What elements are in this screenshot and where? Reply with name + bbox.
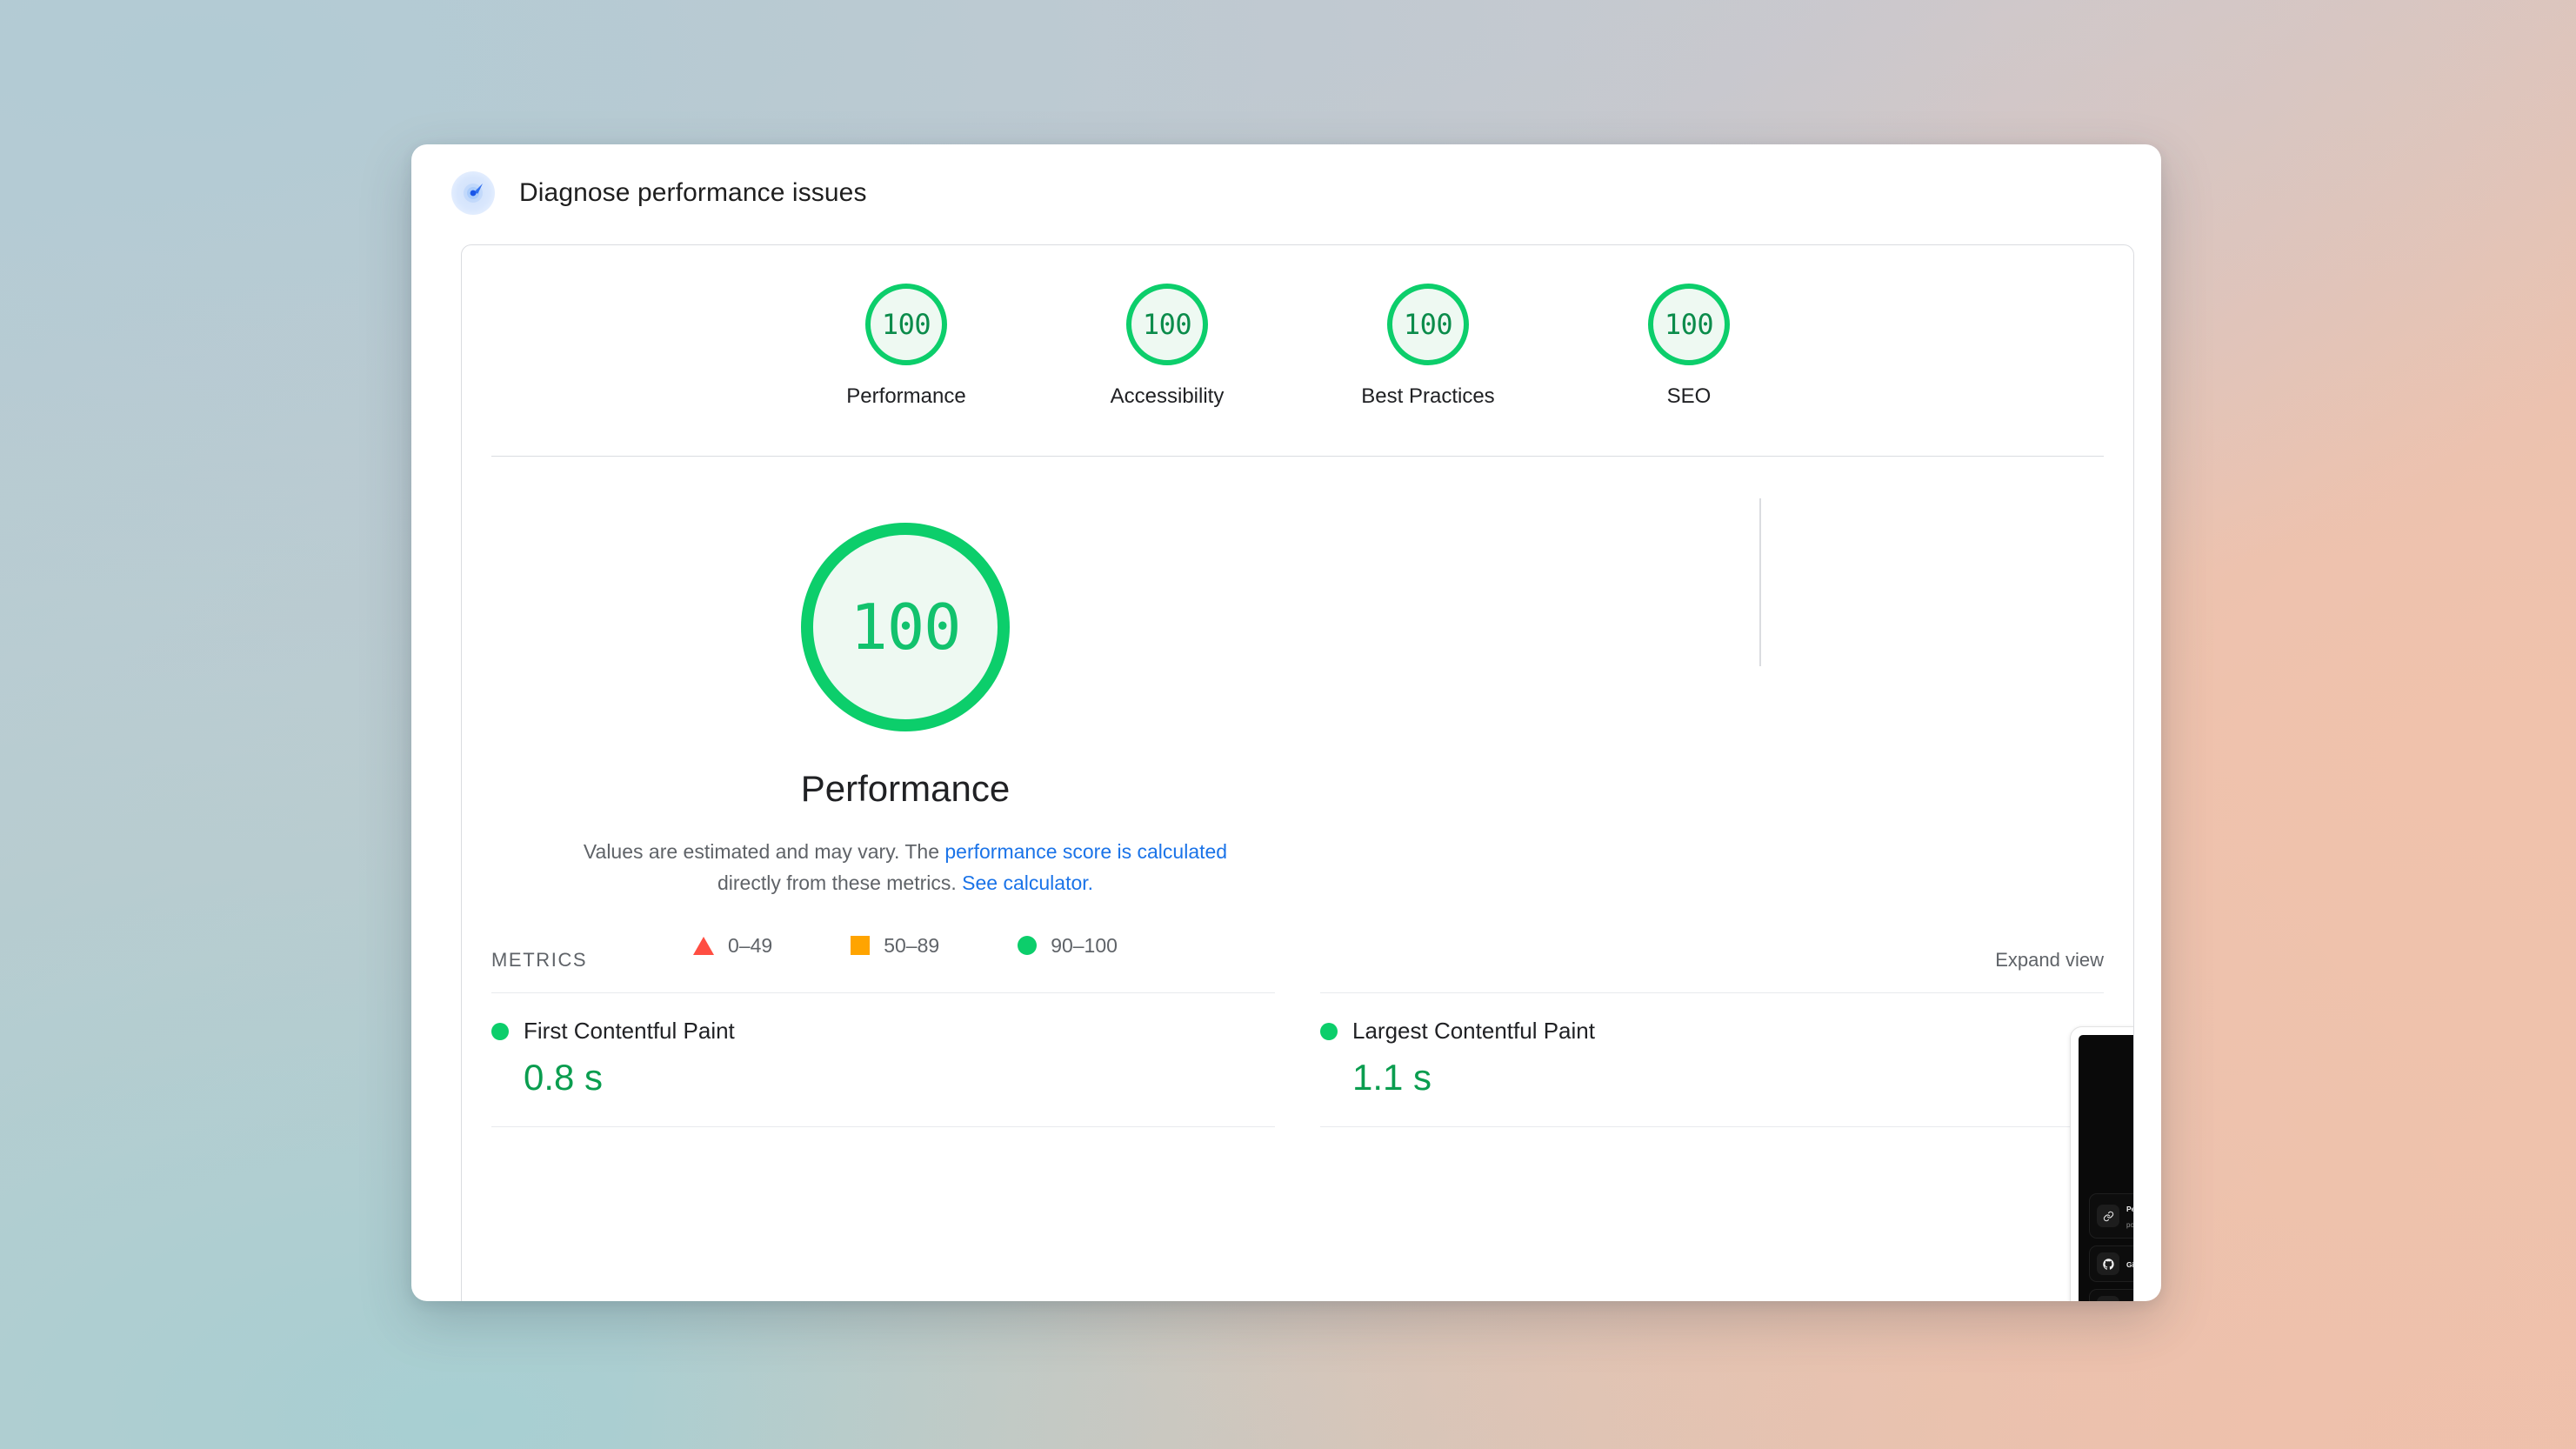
metrics-grid: First Contentful Paint 0.8 s Largest Con… bbox=[462, 992, 2133, 1127]
score-label: Accessibility bbox=[1110, 384, 1225, 408]
score-ring: 100 bbox=[1126, 284, 1208, 365]
github-icon bbox=[2097, 1252, 2119, 1275]
link-title: GitHub bbox=[2126, 1260, 2134, 1269]
see-calculator-link[interactable]: See calculator. bbox=[962, 871, 1093, 894]
status-circle-icon bbox=[1320, 1022, 1338, 1040]
metric-name: First Contentful Paint bbox=[524, 1018, 735, 1044]
window-header: Diagnose performance issues bbox=[411, 144, 2161, 242]
page-screenshot-thumbnail[interactable]: Serhii Shramko Senior Software Engineer … bbox=[2070, 1026, 2134, 1301]
status-circle-icon bbox=[491, 1022, 509, 1040]
profile-name: Serhii Shramko bbox=[2089, 1161, 2133, 1172]
metric-value: 1.1 s bbox=[1352, 1057, 1432, 1098]
link-icon bbox=[2097, 1205, 2119, 1227]
performance-score-ring: 100 bbox=[801, 523, 1010, 731]
desc-text-2: directly from these metrics. bbox=[717, 871, 963, 895]
metric-divider bbox=[491, 1126, 1275, 1127]
hero-description: Values are estimated and may vary. The p… bbox=[562, 836, 1249, 899]
desc-text-1: Values are estimated and may vary. The bbox=[583, 840, 945, 863]
youtube-icon bbox=[2097, 1296, 2119, 1301]
screenshot-screen: Serhii Shramko Senior Software Engineer … bbox=[2079, 1035, 2134, 1301]
score-ring: 100 bbox=[865, 284, 947, 365]
score-value: 100 bbox=[1664, 308, 1714, 341]
legend-item-fail: 0–49 bbox=[693, 934, 772, 958]
metric-divider bbox=[1320, 1126, 2104, 1127]
metric-largest-contentful-paint[interactable]: Largest Contentful Paint 1.1 s bbox=[1320, 992, 2104, 1127]
expand-view-button[interactable]: Expand view bbox=[1995, 949, 2104, 972]
square-icon bbox=[851, 936, 871, 956]
score-gauge-performance[interactable]: 100 Performance bbox=[832, 284, 980, 409]
category-scores: 100 Performance 100 Accessibility 100 Be… bbox=[462, 245, 2133, 409]
metric-value: 0.8 s bbox=[524, 1057, 604, 1098]
score-gauge-best-practices[interactable]: 100 Best Practices bbox=[1354, 284, 1502, 409]
diagnose-window: Diagnose performance issues 100 Performa… bbox=[411, 144, 2161, 1301]
performance-score-link[interactable]: performance score is calculated bbox=[944, 840, 1227, 863]
lighthouse-icon bbox=[451, 171, 495, 215]
vertical-divider bbox=[1759, 498, 1761, 666]
hero-left: 100 Performance Values are estimated and… bbox=[462, 457, 1349, 958]
performance-hero: 100 Performance Values are estimated and… bbox=[462, 457, 2133, 1301]
legend-item-pass: 90–100 bbox=[1018, 934, 1118, 958]
list-item[interactable]: GitHub My GitHub profile bbox=[2089, 1245, 2134, 1282]
score-ring: 100 bbox=[1387, 284, 1469, 365]
profile-role: Senior Software Engineer at MacPaw bbox=[2089, 1175, 2134, 1183]
metric-name: Largest Contentful Paint bbox=[1352, 1018, 1595, 1044]
score-gauge-seo[interactable]: 100 SEO bbox=[1615, 284, 1763, 409]
triangle-icon bbox=[693, 936, 715, 955]
score-label: Performance bbox=[846, 384, 966, 408]
score-legend: 0–49 50–89 90–100 bbox=[462, 934, 1349, 958]
score-ring: 100 bbox=[1648, 284, 1730, 365]
page-title: Diagnose performance issues bbox=[519, 178, 867, 207]
circle-icon bbox=[1018, 936, 1038, 956]
list-item[interactable]: Personal Portfolio All my latest news, b… bbox=[2089, 1193, 2133, 1239]
metric-first-contentful-paint[interactable]: First Contentful Paint 0.8 s bbox=[491, 992, 1275, 1127]
link-list: Personal Portfolio All my latest news, b… bbox=[2089, 1193, 2134, 1301]
score-label: Best Practices bbox=[1361, 384, 1495, 408]
score-label: SEO bbox=[1666, 384, 1712, 408]
hero-title: Performance bbox=[800, 768, 1011, 809]
legend-range: 90–100 bbox=[1051, 933, 1118, 957]
score-gauge-accessibility[interactable]: 100 Accessibility bbox=[1093, 284, 1241, 409]
legend-range: 0–49 bbox=[728, 933, 773, 957]
legend-range: 50–89 bbox=[884, 933, 940, 957]
score-value: 100 bbox=[881, 308, 931, 341]
performance-score-value: 100 bbox=[850, 591, 961, 664]
score-value: 100 bbox=[1403, 308, 1453, 341]
lighthouse-report-card: 100 Performance 100 Accessibility 100 Be… bbox=[461, 244, 2134, 1301]
legend-item-average: 50–89 bbox=[851, 934, 939, 958]
list-item[interactable]: YouTube Channel Coming soon 🚀 bbox=[2089, 1289, 2133, 1301]
score-value: 100 bbox=[1142, 308, 1192, 341]
link-title: Personal Portfolio bbox=[2126, 1205, 2133, 1213]
